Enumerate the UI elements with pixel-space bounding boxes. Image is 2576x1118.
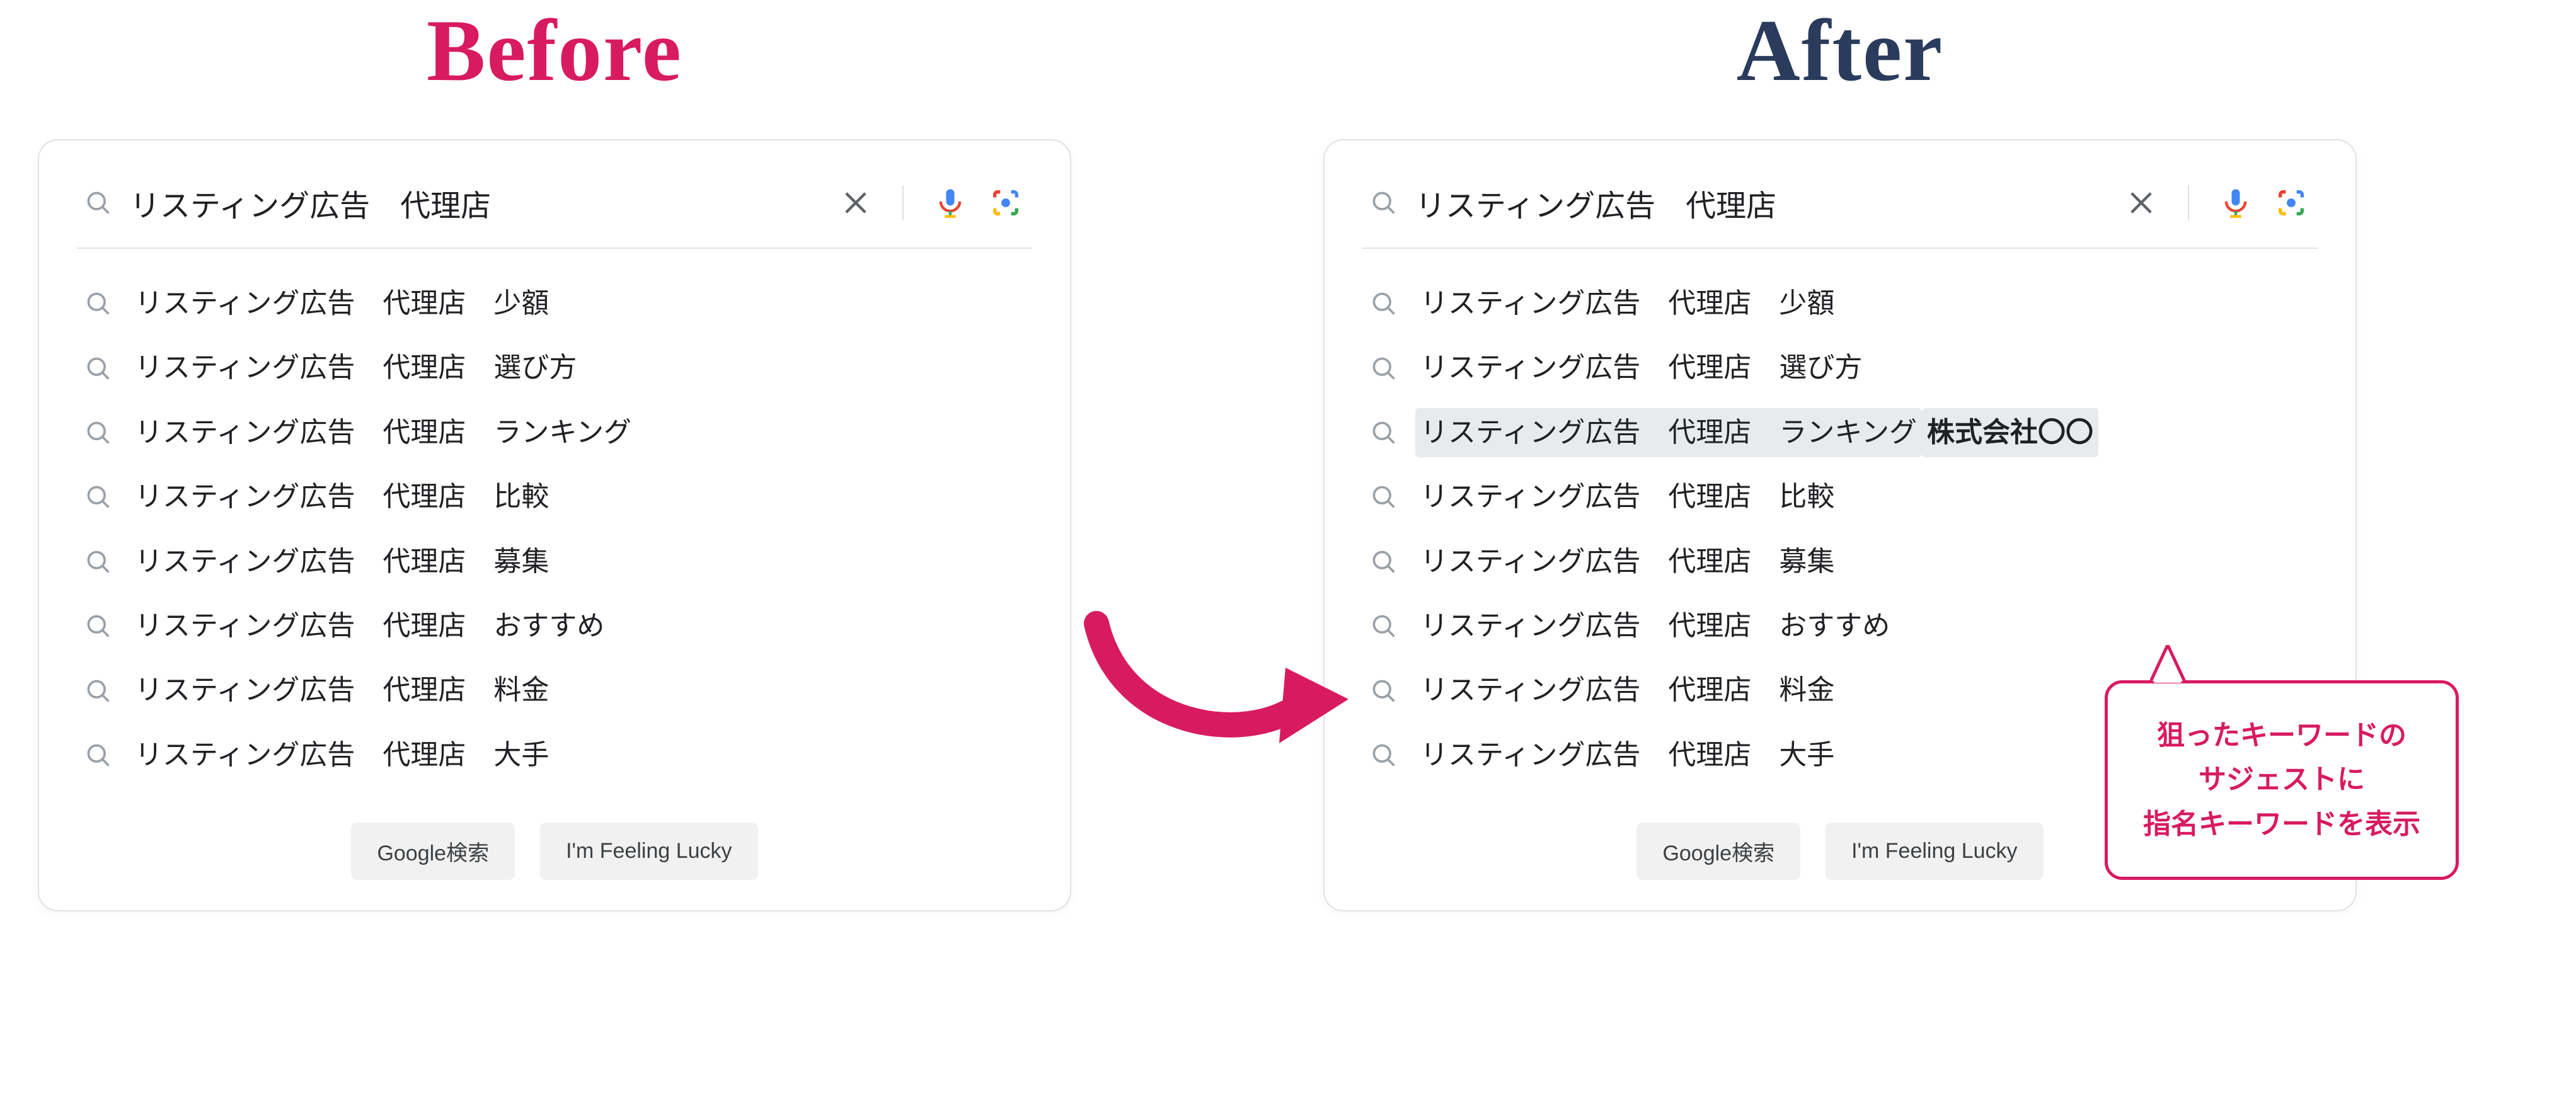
- suggestion-text: リスティング広告 代理店 募集: [1415, 537, 1839, 586]
- suggestion-item[interactable]: リスティング広告 代理店 募集: [1362, 530, 2318, 594]
- bubble-tail-icon: [2150, 645, 2200, 683]
- suggestion-text: リスティング広告 代理店 少額: [130, 279, 554, 328]
- suggestion-item[interactable]: リスティング広告 代理店 選び方: [1362, 336, 2318, 400]
- search-icon: [1370, 189, 1398, 217]
- suggestion-text: リスティング広告 代理店 おすすめ: [1415, 602, 1895, 651]
- before-search-panel: リスティング広告 代理店 リスティング広告 代理店 少額リスティング広告 代理店…: [38, 139, 1071, 911]
- suggestion-text: リスティング広告 代理店 料金: [1415, 666, 1839, 715]
- search-icon: [84, 548, 112, 576]
- suggestion-list: リスティング広告 代理店 少額リスティング広告 代理店 選び方リスティング広告 …: [77, 249, 1032, 787]
- feeling-lucky-button[interactable]: I'm Feeling Lucky: [540, 823, 757, 880]
- search-icon: [84, 677, 112, 705]
- search-input[interactable]: リスティング広告 代理店: [130, 181, 819, 225]
- search-icon: [84, 741, 112, 769]
- search-bar: リスティング広告 代理店: [77, 176, 1032, 249]
- suggestion-text: リスティング広告 代理店 大手: [130, 731, 554, 780]
- search-icon: [84, 355, 112, 382]
- suggestion-item[interactable]: リスティング広告 代理店 少額: [1362, 271, 2318, 336]
- suggestion-text: リスティング広告 代理店 選び方: [130, 343, 582, 392]
- search-icon: [84, 189, 112, 217]
- search-icon: [1370, 483, 1398, 511]
- search-icon: [1370, 355, 1398, 382]
- suggestion-item[interactable]: リスティング広告 代理店 大手: [77, 723, 1032, 787]
- suggestion-text: リスティング広告 代理店 大手: [1415, 731, 1839, 780]
- search-icon: [1370, 548, 1398, 576]
- clear-icon[interactable]: [837, 184, 875, 222]
- suggestion-text: リスティング広告 代理店 料金: [130, 666, 554, 715]
- suggestion-item[interactable]: リスティング広告 代理店 選び方: [77, 336, 1032, 400]
- suggestion-brand: 株式会社〇〇: [1922, 408, 2098, 457]
- search-bar: リスティング広告 代理店: [1362, 176, 2318, 249]
- transition-arrow-icon: [1084, 586, 1348, 762]
- before-column: Before リスティング広告 代理店 リスティング広告 代理店 少額リスティン…: [38, 0, 1071, 911]
- lens-icon[interactable]: [2272, 184, 2310, 222]
- suggestion-text: リスティング広告 代理店 少額: [1415, 279, 1839, 328]
- suggestion-item[interactable]: リスティング広告 代理店 比較: [77, 465, 1032, 529]
- google-search-button[interactable]: Google検索: [351, 823, 515, 880]
- suggestion-text: リスティング広告 代理店 選び方: [1415, 343, 1867, 392]
- suggestion-item[interactable]: リスティング広告 代理店 料金: [77, 658, 1032, 722]
- google-search-button[interactable]: Google検索: [1636, 823, 1800, 880]
- bubble-line-2: サジェストに: [2143, 758, 2420, 802]
- suggestion-item[interactable]: リスティング広告 代理店 おすすめ: [77, 594, 1032, 658]
- search-input[interactable]: リスティング広告 代理店: [1415, 181, 2105, 225]
- lens-icon[interactable]: [987, 184, 1025, 222]
- suggestion-text: リスティング広告 代理店 比較: [1415, 472, 1839, 522]
- suggestion-item[interactable]: リスティング広告 代理店 ランキング: [77, 401, 1032, 465]
- search-icon: [1370, 677, 1398, 705]
- callout-bubble: 狙ったキーワードの サジェストに 指名キーワードを表示: [2105, 680, 2459, 880]
- search-icon: [84, 483, 112, 511]
- mic-icon[interactable]: [931, 184, 969, 222]
- search-icon: [1370, 612, 1398, 640]
- suggestion-item[interactable]: リスティング広告 代理店 募集: [77, 530, 1032, 594]
- action-buttons: Google検索 I'm Feeling Lucky: [77, 787, 1032, 880]
- bubble-line-1: 狙ったキーワードの: [2143, 714, 2420, 758]
- search-icon: [1370, 290, 1398, 317]
- suggestion-text: リスティング広告 代理店 おすすめ: [130, 602, 609, 651]
- vertical-divider: [902, 185, 904, 220]
- before-heading: Before: [38, 0, 1071, 101]
- search-icon: [84, 419, 112, 447]
- comparison-diagram: Before リスティング広告 代理店 リスティング広告 代理店 少額リスティン…: [0, 0, 2576, 1118]
- mic-icon[interactable]: [2217, 184, 2255, 222]
- suggestion-item[interactable]: リスティング広告 代理店 比較: [1362, 465, 2318, 529]
- suggestion-text: リスティング広告 代理店 ランキング: [130, 408, 636, 457]
- search-icon: [84, 290, 112, 317]
- vertical-divider: [2188, 185, 2189, 220]
- suggestion-text: リスティング広告 代理店 募集: [130, 537, 554, 586]
- suggestion-item[interactable]: リスティング広告 代理店 少額: [77, 271, 1032, 336]
- suggestion-text: リスティング広告 代理店 ランキング: [1415, 408, 1922, 457]
- suggestion-text: リスティング広告 代理店 比較: [130, 472, 554, 522]
- clear-icon[interactable]: [2122, 184, 2160, 222]
- search-icon: [84, 612, 112, 640]
- feeling-lucky-button[interactable]: I'm Feeling Lucky: [1826, 823, 2043, 880]
- after-heading: After: [1323, 0, 2357, 101]
- search-icon: [1370, 419, 1398, 447]
- search-icon: [1370, 741, 1398, 769]
- bubble-line-3: 指名キーワードを表示: [2143, 802, 2420, 847]
- suggestion-item[interactable]: リスティング広告 代理店 ランキング株式会社〇〇: [1362, 401, 2318, 465]
